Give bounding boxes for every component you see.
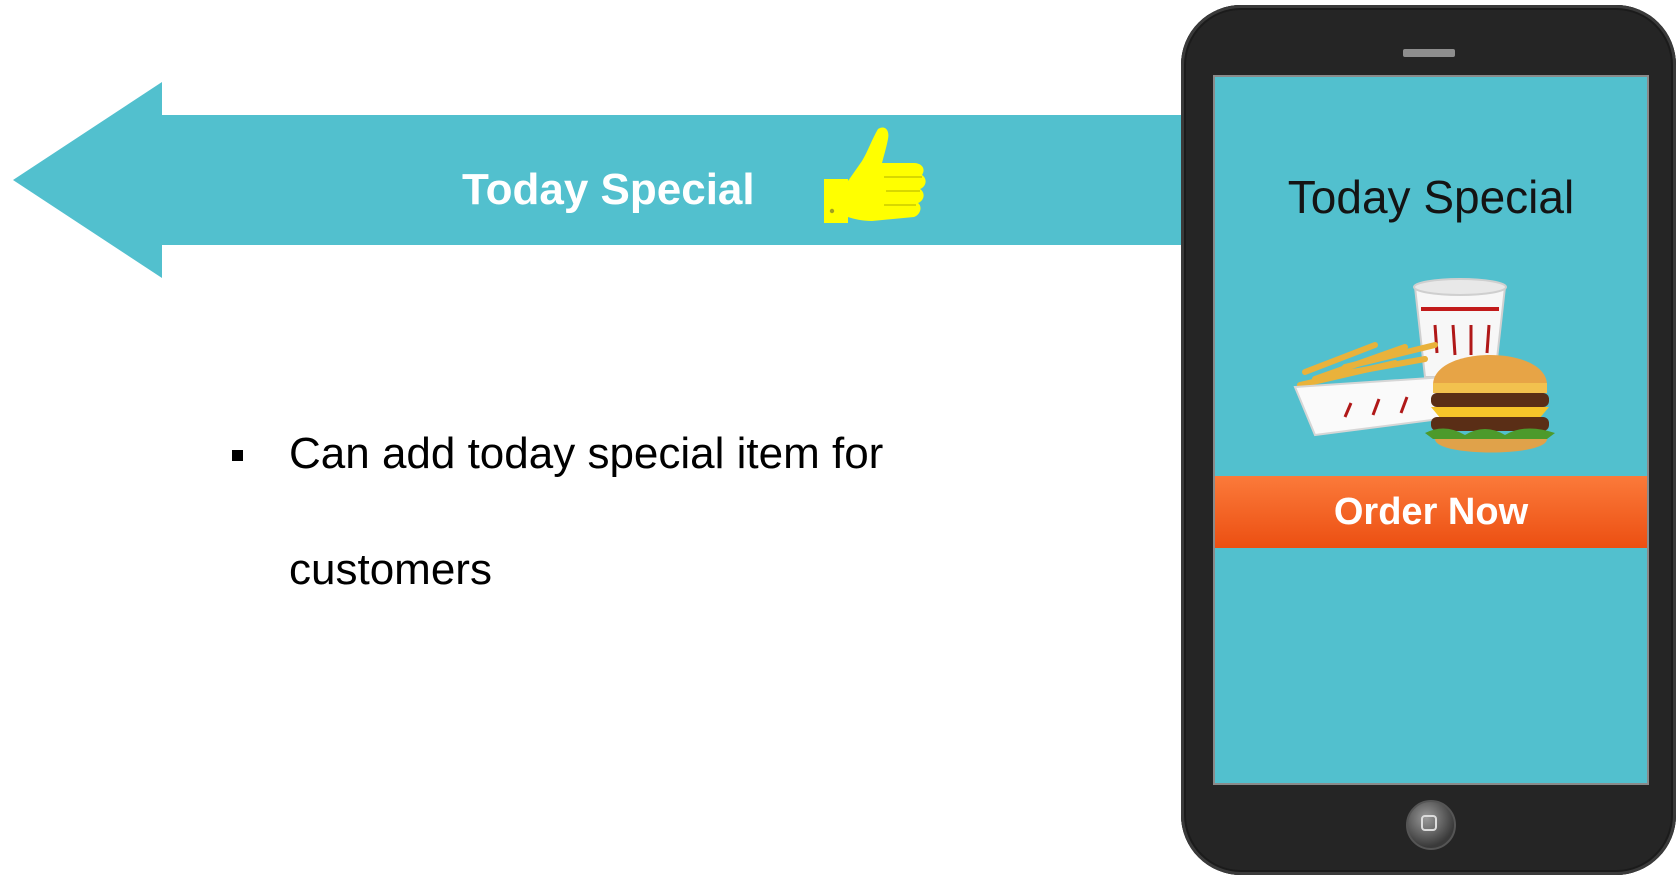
tablet-device: Today Special Order Now	[1181, 5, 1676, 875]
bullet-text-line2: customers	[289, 545, 492, 594]
home-icon	[1421, 815, 1437, 831]
screen-title: Today Special	[1287, 171, 1575, 223]
tablet-speaker	[1403, 49, 1455, 57]
order-now-button[interactable]: Order Now	[1215, 476, 1647, 548]
bullet-marker	[232, 450, 243, 461]
burger-fries-drink-image	[1293, 278, 1555, 453]
banner-arrow	[13, 82, 1185, 278]
tablet-screen: Today Special Order Now	[1213, 75, 1649, 785]
home-button[interactable]	[1406, 800, 1456, 850]
thumbs-up-icon	[824, 127, 926, 223]
bullet-text-line1: Can add today special item for	[289, 429, 884, 478]
banner-label: Today Special	[462, 165, 755, 214]
